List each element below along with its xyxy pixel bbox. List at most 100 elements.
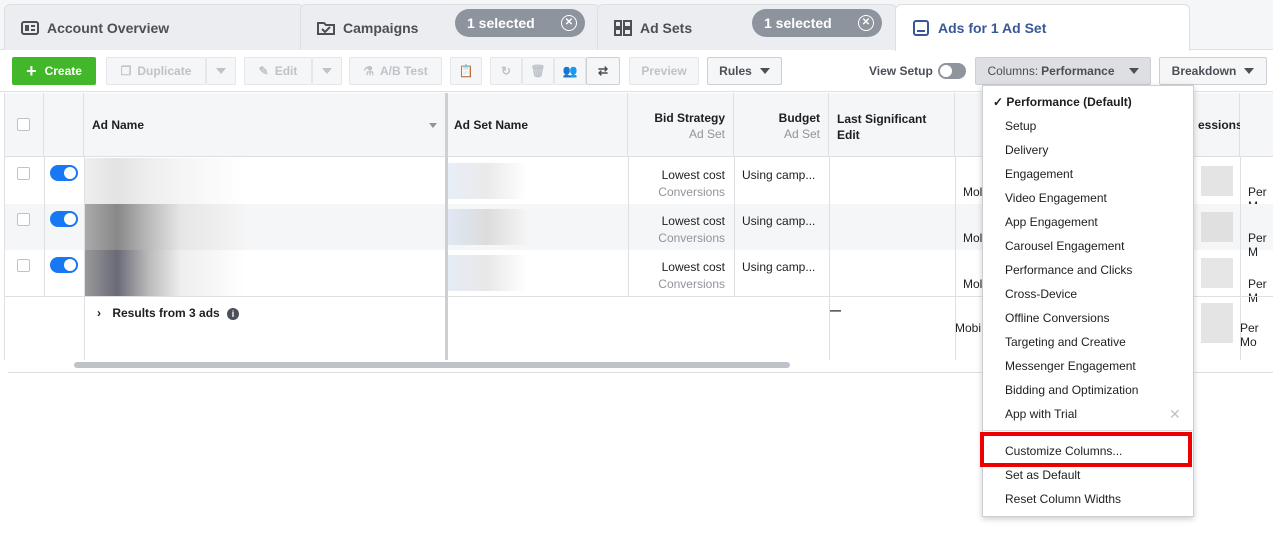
column-divider xyxy=(84,157,85,360)
header-ad-set-name[interactable]: Ad Set Name xyxy=(446,93,628,157)
chevron-down-icon xyxy=(322,68,332,74)
revert-button[interactable]: ↻ xyxy=(490,57,522,85)
column-preset-delivery[interactable]: Delivery xyxy=(1005,143,1048,157)
column-divider xyxy=(44,157,45,296)
blurred-ad-name xyxy=(85,204,245,250)
header-toggle xyxy=(44,93,84,157)
ad-status-toggle[interactable] xyxy=(50,257,78,273)
column-preset-carousel-engagement[interactable]: Carousel Engagement xyxy=(1005,239,1124,253)
tab-account-overview[interactable]: Account Overview xyxy=(4,4,304,50)
campaigns-selected-pill[interactable]: 1 selected ✕ xyxy=(455,9,585,37)
chevron-down-icon xyxy=(216,68,226,74)
column-preset-cross-device[interactable]: Cross-Device xyxy=(1005,287,1077,301)
ad-status-toggle[interactable] xyxy=(50,165,78,181)
edit-button[interactable]: ✎ Edit xyxy=(244,57,312,85)
summary-label: Results from 3 ads xyxy=(112,306,220,320)
create-button[interactable]: + Create xyxy=(12,57,96,85)
header-label: Bid Strategy xyxy=(654,111,725,125)
column-preset-performance[interactable]: ✓ Performance (Default) xyxy=(993,95,1132,109)
sort-icon[interactable] xyxy=(429,123,437,128)
bid-strategy-cell: Lowest cost xyxy=(661,214,725,228)
budget-cell: Using camp... xyxy=(742,260,816,274)
row-checkbox[interactable] xyxy=(17,259,30,272)
view-setup-label: View Setup xyxy=(869,64,933,78)
blurred-value xyxy=(1201,303,1233,343)
column-preset-setup[interactable]: Setup xyxy=(1005,119,1036,133)
tab-label: Ads for 1 Ad Set xyxy=(938,20,1047,36)
duplicate-icon: ❐ xyxy=(120,64,132,78)
column-preset-bidding-optimization[interactable]: Bidding and Optimization xyxy=(1005,383,1138,397)
remove-preset-icon[interactable]: ✕ xyxy=(1169,406,1181,423)
column-preset-app-engagement[interactable]: App Engagement xyxy=(1005,215,1098,229)
header-select xyxy=(5,93,44,157)
column-preset-app-with-trial[interactable]: App with Trial xyxy=(1005,407,1077,421)
ad-status-toggle[interactable] xyxy=(50,211,78,227)
header-label: Ad Name xyxy=(92,118,145,132)
clear-selection-icon[interactable]: ✕ xyxy=(858,15,874,31)
flask-icon: ⚗ xyxy=(363,64,374,78)
bid-strategy-sub: Conversions xyxy=(658,231,725,245)
people-icon: 👥 xyxy=(562,64,578,78)
adsets-selected-pill[interactable]: 1 selected ✕ xyxy=(752,9,882,37)
breakdown-button[interactable]: Breakdown xyxy=(1159,57,1267,85)
chevron-down-icon xyxy=(759,68,770,74)
info-icon[interactable]: i xyxy=(227,308,240,320)
column-preset-offline-conversions[interactable]: Offline Conversions xyxy=(1005,311,1110,325)
duplicate-dropdown[interactable] xyxy=(206,57,236,85)
header-ad-name[interactable]: Ad Name xyxy=(84,93,446,157)
pencil-icon: ✎ xyxy=(258,64,269,78)
delete-button[interactable]: 🗑 xyxy=(522,57,554,85)
chevron-down-icon xyxy=(1128,68,1139,74)
reset-column-widths-item[interactable]: Reset Column Widths xyxy=(1005,492,1121,506)
create-label: Create xyxy=(44,64,82,78)
partial-cell: Per Mo xyxy=(1240,321,1259,349)
edit-label: Edit xyxy=(274,64,298,78)
preview-button[interactable]: Preview xyxy=(629,57,699,85)
header-sublabel: Ad Set xyxy=(783,127,820,141)
ab-test-button[interactable]: ⚗ A/B Test xyxy=(349,57,442,85)
header-budget[interactable]: Budget Ad Set xyxy=(734,93,829,157)
column-preset-targeting-creative[interactable]: Targeting and Creative xyxy=(1005,335,1126,349)
view-setup-toggle[interactable] xyxy=(938,63,966,79)
frozen-column-divider[interactable] xyxy=(445,93,448,360)
horizontal-scrollbar[interactable] xyxy=(74,362,790,368)
clipboard-button[interactable]: 📋 xyxy=(450,57,482,85)
folder-check-icon xyxy=(317,20,335,36)
export-icon: ⇄ xyxy=(597,64,609,78)
header-label: Last Significant Edit xyxy=(837,112,927,142)
column-preset-video-engagement[interactable]: Video Engagement xyxy=(1005,191,1107,205)
edit-dropdown[interactable] xyxy=(312,57,342,85)
highlight-box xyxy=(980,432,1192,467)
columns-prefix: Columns: xyxy=(987,64,1039,78)
audience-button[interactable]: 👥 xyxy=(554,57,586,85)
set-as-default-item[interactable]: Set as Default xyxy=(1005,468,1080,482)
duplicate-button[interactable]: ❐ Duplicate xyxy=(106,57,206,85)
rules-button[interactable]: Rules xyxy=(707,57,782,85)
column-preset-engagement[interactable]: Engagement xyxy=(1005,167,1073,181)
column-preset-performance-clicks[interactable]: Performance and Clicks xyxy=(1005,263,1132,277)
select-all-checkbox[interactable] xyxy=(17,118,30,131)
tab-ads[interactable]: Ads for 1 Ad Set xyxy=(895,4,1190,51)
column-divider xyxy=(734,157,735,296)
column-preset-messenger-engagement[interactable]: Messenger Engagement xyxy=(1005,359,1136,373)
header-bid-strategy[interactable]: Bid Strategy Ad Set xyxy=(628,93,734,157)
row-checkbox[interactable] xyxy=(17,167,30,180)
blurred-ad-set-name xyxy=(447,209,527,245)
tab-bar: Account Overview Campaigns 1 selected ✕ … xyxy=(0,0,1273,51)
grid-icon xyxy=(614,19,632,36)
blurred-ad-name xyxy=(85,158,245,204)
export-button[interactable]: ⇄ xyxy=(586,57,620,85)
account-overview-icon xyxy=(21,20,39,36)
ab-test-label: A/B Test xyxy=(379,64,428,78)
summary-dash: — xyxy=(829,303,841,317)
column-divider xyxy=(829,157,830,360)
preview-label: Preview xyxy=(641,64,687,78)
tab-label: Ad Sets xyxy=(640,19,693,36)
selected-count: 1 selected xyxy=(764,15,832,31)
columns-button[interactable]: Columns: Performance xyxy=(975,57,1151,85)
header-last-edit[interactable]: Last Significant Edit xyxy=(829,93,955,157)
blurred-ad-set-name xyxy=(447,163,527,199)
row-checkbox[interactable] xyxy=(17,213,30,226)
summary-expand[interactable]: › Results from 3 ads i xyxy=(97,306,240,320)
clear-selection-icon[interactable]: ✕ xyxy=(561,15,577,31)
